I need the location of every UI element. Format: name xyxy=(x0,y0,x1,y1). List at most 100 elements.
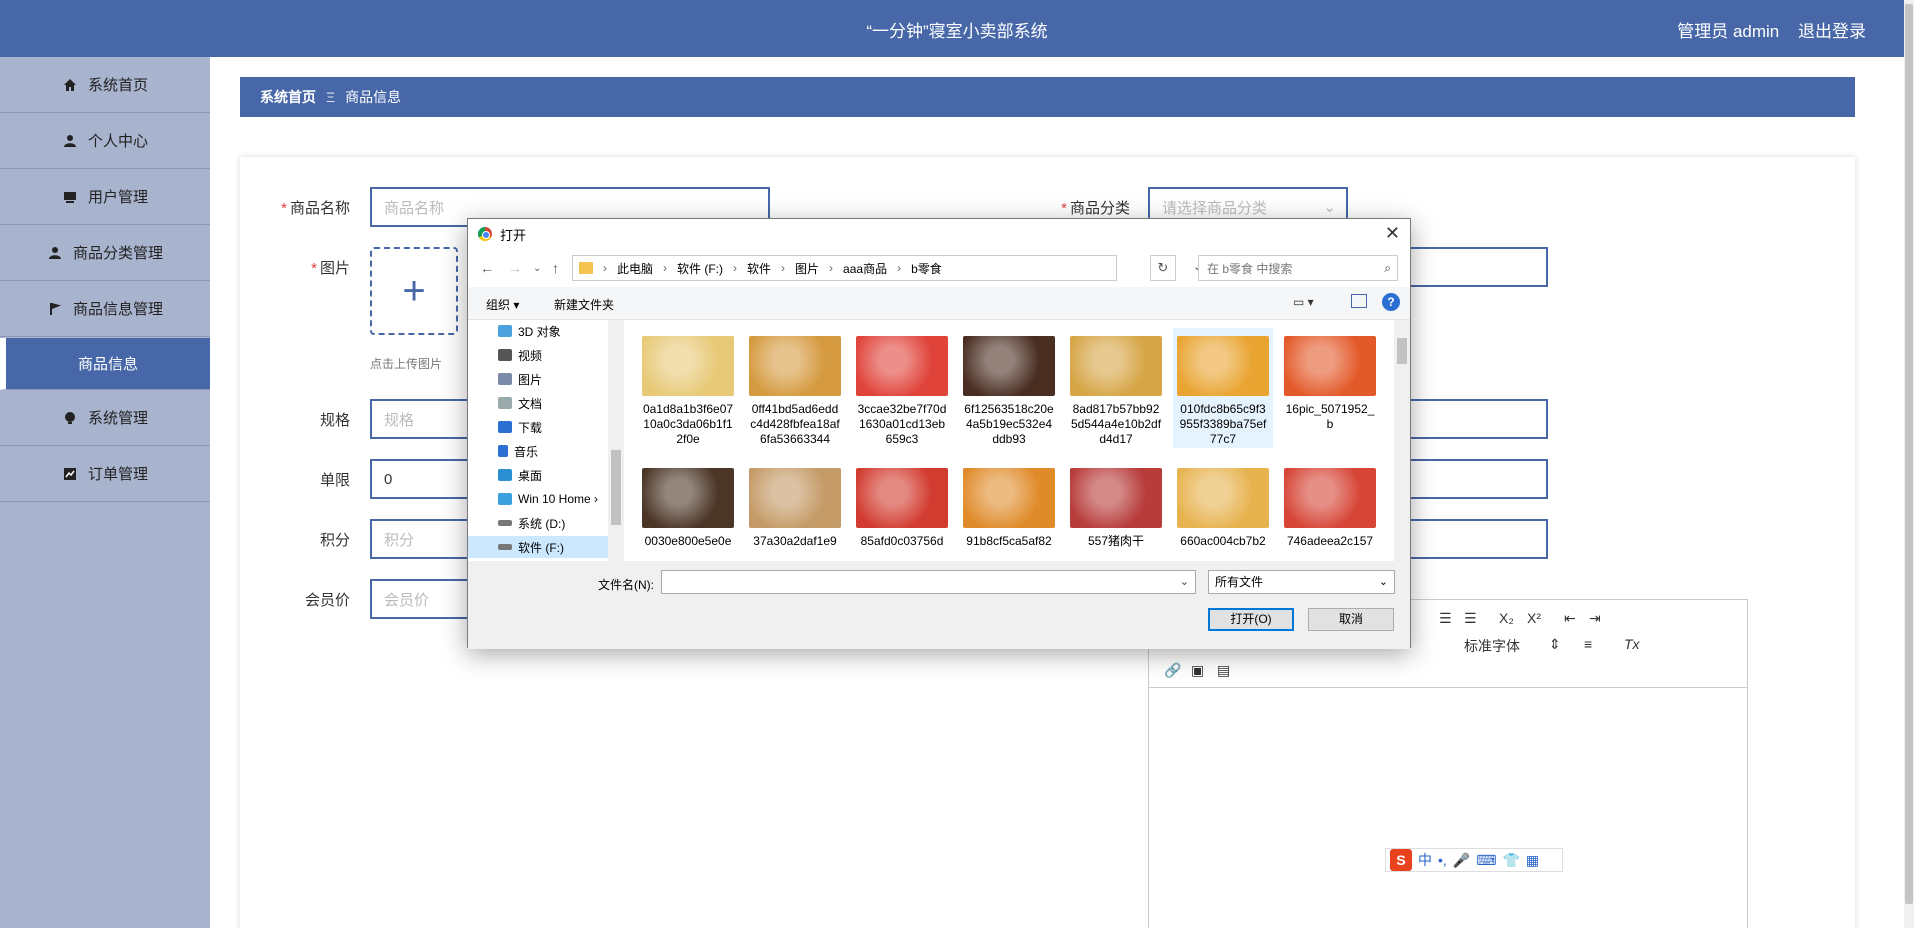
drive-icon xyxy=(498,544,512,550)
sidebar-item-orders[interactable]: 订单管理 xyxy=(0,446,210,502)
breadcrumb-separator: Ξ xyxy=(326,89,336,105)
path-segment[interactable]: 软件 (F:) xyxy=(677,260,723,277)
path-segment[interactable]: 软件 xyxy=(747,260,771,277)
sidebar-item-home[interactable]: 系统首页 xyxy=(0,57,210,113)
breadcrumb: 系统首页 Ξ 商品信息 xyxy=(240,77,1855,117)
tree-item[interactable]: 文档 xyxy=(498,392,542,414)
file-item[interactable]: 3ccae32be7f70d1630a01cd13eb659c3 xyxy=(852,328,952,448)
tree-item[interactable]: 3D 对象 xyxy=(498,320,561,342)
mic-icon[interactable]: 🎤 xyxy=(1453,852,1470,869)
path-segment[interactable]: b零食 xyxy=(911,260,942,277)
recent-dropdown-icon[interactable]: ⌄ xyxy=(533,263,541,274)
punct-icon[interactable]: •, xyxy=(1438,852,1447,868)
tree-scrollbar[interactable] xyxy=(608,320,624,562)
filename-input[interactable]: ⌄ xyxy=(661,570,1196,594)
outdent-icon[interactable]: ⇤ xyxy=(1564,610,1576,627)
superscript-icon[interactable]: X² xyxy=(1527,610,1541,626)
tree-item[interactable]: 系统 (D:) xyxy=(498,512,565,534)
documents-folder-icon xyxy=(498,397,512,409)
file-item[interactable]: 0030e800e5e0e xyxy=(638,460,738,562)
organize-menu[interactable]: 组织 ▾ xyxy=(486,296,519,313)
file-item[interactable]: 010fdc8b65c9f3955f3389ba75ef77c7 xyxy=(1173,328,1273,448)
ime-toolbar[interactable]: S 中 •, 🎤 ⌨ 👕 ▦ xyxy=(1385,848,1563,872)
indent-icon[interactable]: ⇥ xyxy=(1589,610,1601,627)
file-name: 746adeea2c157 xyxy=(1286,534,1374,548)
drive-icon xyxy=(498,520,512,526)
breadcrumb-home[interactable]: 系统首页 xyxy=(260,87,316,107)
file-thumbnail xyxy=(1070,468,1162,528)
refresh-icon[interactable]: ↻ xyxy=(1150,255,1176,281)
font-select[interactable]: 标准字体 xyxy=(1464,636,1520,656)
sidebar-item-system[interactable]: 系统管理 xyxy=(0,390,210,446)
file-scrollbar-thumb[interactable] xyxy=(1397,338,1407,364)
filetype-select[interactable]: 所有文件 ⌄ xyxy=(1208,570,1395,594)
sidebar-item-label: 商品信息 xyxy=(77,356,138,373)
subscript-icon[interactable]: X₂ xyxy=(1499,610,1514,626)
file-item[interactable]: 8ad817b57bb925d544a4e10b2dfd4d17 xyxy=(1066,328,1166,448)
address-bar[interactable]: › 此电脑› 软件 (F:)› 软件› 图片› aaa商品› b零食 ⌄ xyxy=(572,255,1202,281)
file-scrollbar[interactable] xyxy=(1394,320,1410,562)
preview-pane-icon[interactable] xyxy=(1351,294,1367,308)
page-scrollbar[interactable] xyxy=(1904,0,1914,928)
new-folder-button[interactable]: 新建文件夹 xyxy=(554,296,614,313)
align-icon[interactable]: ≡ xyxy=(1584,636,1592,652)
skin-icon[interactable]: 👕 xyxy=(1502,852,1519,869)
logout-link[interactable]: 退出登录 xyxy=(1798,22,1866,41)
video-icon[interactable]: ▤ xyxy=(1217,662,1230,679)
file-item[interactable]: 85afd0c03756d xyxy=(852,460,952,562)
clear-format-icon[interactable]: Tx xyxy=(1624,636,1640,652)
tree-item[interactable]: 下载 xyxy=(498,416,542,438)
page-scrollbar-thumb[interactable] xyxy=(1905,4,1913,904)
file-item[interactable]: 660ac004cb7b2 xyxy=(1173,460,1273,562)
file-thumbnail xyxy=(749,468,841,528)
sidebar-item-label: 订单管理 xyxy=(87,466,148,483)
list-icon[interactable]: ☰ xyxy=(1439,610,1452,627)
keyboard-icon[interactable]: ⌨ xyxy=(1476,852,1496,869)
tree-item[interactable]: 桌面 xyxy=(498,464,542,486)
chrome-icon xyxy=(478,227,492,241)
bullet-list-icon[interactable]: ☰ xyxy=(1464,610,1477,627)
user-icon xyxy=(62,133,78,149)
forward-arrow-icon[interactable]: → xyxy=(508,260,522,276)
ime-language[interactable]: 中 xyxy=(1418,850,1432,870)
sidebar-item-category[interactable]: 商品分类管理 xyxy=(0,225,210,281)
path-segment[interactable]: aaa商品 xyxy=(843,260,887,277)
breadcrumb-current: 商品信息 xyxy=(345,89,402,105)
tree-item[interactable]: 视频 xyxy=(498,344,542,366)
link-icon[interactable]: 🔗 xyxy=(1164,662,1181,679)
grid-icon[interactable]: ▦ xyxy=(1526,852,1539,869)
sidebar-item-goods-info[interactable]: 商品信息 xyxy=(0,338,210,390)
3d-objects-icon xyxy=(498,325,512,337)
close-icon[interactable]: ✕ xyxy=(1385,223,1400,244)
sidebar-item-profile[interactable]: 个人中心 xyxy=(0,113,210,169)
sidebar-item-goods-manage[interactable]: 商品信息管理 xyxy=(0,281,210,337)
tree-item-selected[interactable]: 软件 (F:) xyxy=(468,536,608,558)
path-segment[interactable]: 图片 xyxy=(795,260,819,277)
admin-name: 管理员 admin xyxy=(1677,22,1780,41)
tree-scrollbar-thumb[interactable] xyxy=(611,450,621,525)
back-arrow-icon[interactable]: ← xyxy=(480,260,494,276)
folder-search-input[interactable]: 在 b零食 中搜索 ⌕ xyxy=(1198,255,1398,281)
nav-row: ← → ⌄ ↑ › 此电脑 › 软件 (F:) › 软件 › 图片 › aaa商品 › b… xyxy=(468,249,1410,287)
file-item[interactable]: 746adeea2c157 xyxy=(1280,460,1380,562)
path-segment[interactable]: 此电脑 xyxy=(617,260,653,277)
file-item[interactable]: 6f12563518c20e4a5b19ec532e4ddb93 xyxy=(959,328,1059,448)
file-item[interactable]: 0ff41bd5ad6eddc4d428fbfea18af6fa53663344 xyxy=(745,328,845,448)
category-label: * 商品分类 xyxy=(1061,200,1130,217)
file-item[interactable]: 16pic_5071952_b xyxy=(1280,328,1380,448)
sidebar-item-users[interactable]: 用户管理 xyxy=(0,169,210,225)
tree-item[interactable]: Win 10 Home › xyxy=(498,488,598,510)
upload-image-button[interactable]: + xyxy=(370,247,458,335)
cancel-button[interactable]: 取消 xyxy=(1308,608,1394,631)
open-button[interactable]: 打开(O) xyxy=(1208,608,1294,631)
file-item[interactable]: 91b8cf5ca5af82 xyxy=(959,460,1059,562)
image-icon[interactable]: ▣ xyxy=(1191,662,1204,679)
tree-item[interactable]: 音乐 xyxy=(498,440,538,462)
file-item[interactable]: 37a30a2daf1e9 xyxy=(745,460,845,562)
file-item[interactable]: 557猪肉干 xyxy=(1066,460,1166,562)
file-item[interactable]: 0a1d8a1b3f6e0710a0c3da06b1f12f0e xyxy=(638,328,738,448)
help-icon[interactable]: ? xyxy=(1382,293,1400,311)
tree-item[interactable]: 图片 xyxy=(498,368,542,390)
up-arrow-icon[interactable]: ↑ xyxy=(552,260,559,276)
view-options-icon[interactable]: ▭ ▾ xyxy=(1293,295,1314,309)
